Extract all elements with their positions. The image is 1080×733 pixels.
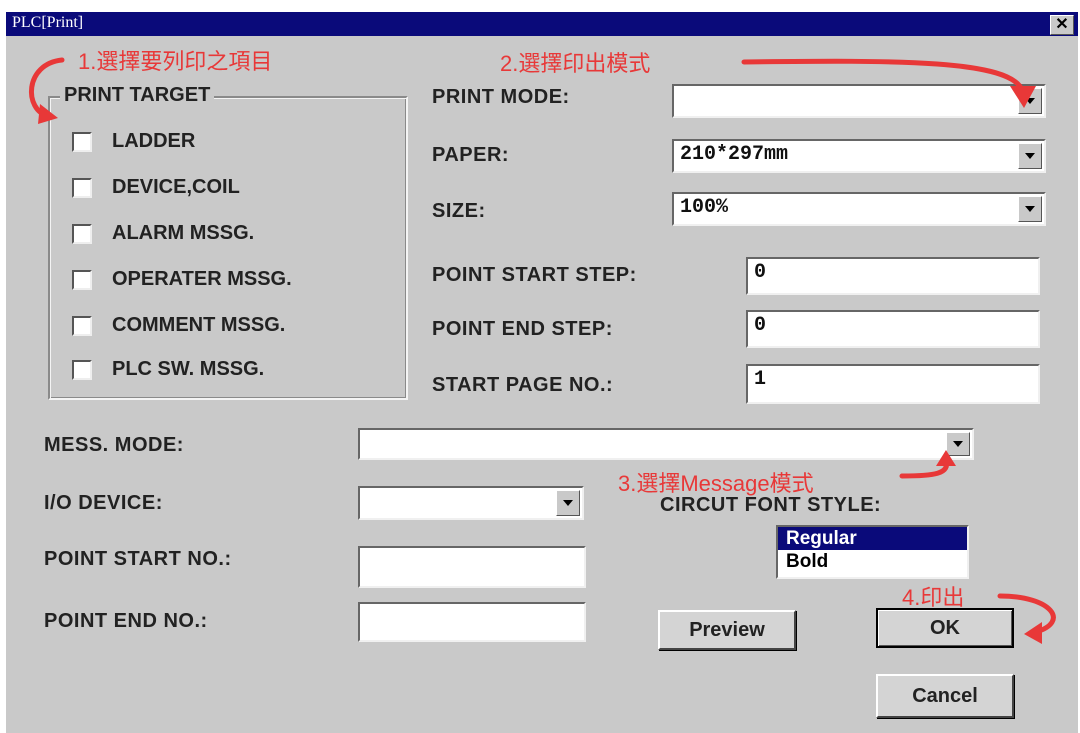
annotation-arrows (28, 57, 1056, 644)
annotation-arrow-2 (741, 58, 1025, 93)
annotation-arrowhead-1 (38, 104, 58, 124)
annotation-arrowhead-3 (936, 450, 956, 466)
annotation-arrow-4 (997, 593, 1056, 635)
annotation-arrowhead-2 (1010, 86, 1036, 108)
annotation-arrow-1 (28, 57, 65, 119)
annotation-arrowhead-4 (1024, 622, 1042, 644)
